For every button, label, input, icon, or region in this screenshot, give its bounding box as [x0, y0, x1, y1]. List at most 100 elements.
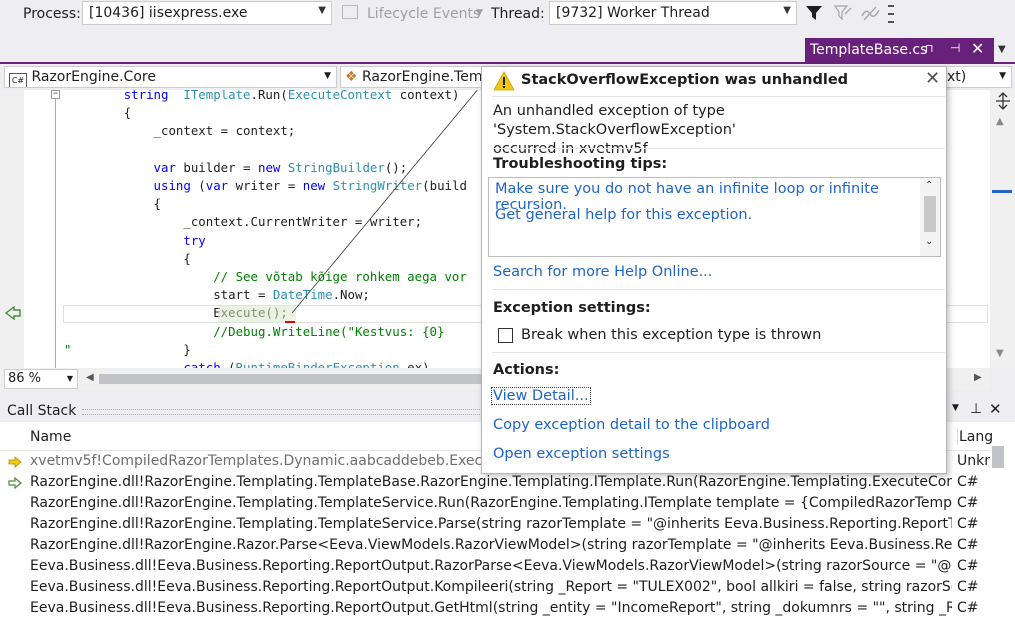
- lifecycle-events-icon: [342, 5, 358, 19]
- class-icon: ❖: [345, 69, 358, 85]
- tips-heading: Troubleshooting tips:: [493, 156, 668, 172]
- call-stack-row[interactable]: RazorEngine.dll!RazorEngine.Templating.T…: [0, 493, 990, 514]
- exception-message: An unhandled exception of type 'System.S…: [493, 102, 946, 159]
- call-stack-row[interactable]: Eeva.Business.dll!Eeva.Business.Reportin…: [0, 556, 990, 577]
- scroll-down-icon[interactable]: ⌄: [925, 236, 933, 247]
- call-stack-scroll-thumb[interactable]: [992, 446, 1004, 468]
- tip-link-general-help[interactable]: Get general help for this exception.: [495, 207, 752, 223]
- close-icon[interactable]: ✕: [925, 68, 940, 89]
- frame-language: C#: [957, 474, 979, 490]
- tab-templatebase-cs[interactable]: TemplateBase.cs ⊓ ⊣ ✕: [805, 38, 994, 62]
- pin-icon[interactable]: ⊥: [970, 401, 982, 417]
- editor-vertical-scrollbar[interactable]: ▲ ▼: [990, 90, 1015, 368]
- pin-icon[interactable]: ⊓: [925, 42, 934, 55]
- thread-label: Thread:: [491, 6, 545, 22]
- process-combo[interactable]: [10436] iisexpress.exe ▼: [82, 1, 332, 25]
- divider: [492, 289, 945, 290]
- type-name: RazorEngine.Tem: [362, 69, 482, 85]
- frame-language: C#: [957, 558, 979, 574]
- split-editor-icon[interactable]: [994, 92, 1012, 110]
- chevron-down-icon[interactable]: ▼: [998, 44, 1006, 55]
- tab-title: TemplateBase.cs: [810, 42, 928, 58]
- toolbar-overflow-icon[interactable]: [886, 2, 896, 26]
- call-stack-row[interactable]: Eeva.Business.dll!Eeva.Business.Reportin…: [0, 577, 990, 598]
- debug-location-toolbar: Process: [10436] iisexpress.exe ▼ Lifecy…: [0, 0, 1015, 28]
- thread-value: [9732] Worker Thread: [556, 5, 710, 21]
- frame-name: RazorEngine.dll!RazorEngine.Templating.T…: [30, 516, 952, 532]
- frame-name: Eeva.Business.dll!Eeva.Business.Reportin…: [30, 579, 952, 595]
- settings-heading: Exception settings:: [493, 300, 651, 316]
- preview-toggle-icon[interactable]: ⊣: [950, 41, 960, 55]
- break-when-thrown-checkbox[interactable]: [498, 328, 513, 343]
- exception-title: StackOverflowException was unhandled: [521, 72, 849, 88]
- scroll-up-icon[interactable]: ▲: [996, 116, 1004, 127]
- horizontal-scroll-thumb[interactable]: [99, 374, 484, 384]
- frame-name: RazorEngine.dll!RazorEngine.Razor.Parse<…: [30, 537, 952, 553]
- project-name: RazorEngine.Core: [31, 69, 156, 85]
- call-stack-row[interactable]: RazorEngine.dll!RazorEngine.Templating.T…: [0, 514, 990, 535]
- copy-exception-detail-link[interactable]: Copy exception detail to the clipboard: [493, 417, 770, 433]
- tips-scrollbar[interactable]: ⌃ ⌄: [920, 178, 940, 256]
- thread-combo[interactable]: [9732] Worker Thread ▼: [549, 1, 797, 25]
- process-value: [10436] iisexpress.exe: [89, 5, 248, 21]
- divider: [492, 96, 945, 97]
- frame-language: C#: [957, 516, 979, 532]
- message-line: An unhandled exception of type 'System.S…: [493, 103, 736, 138]
- scroll-right-icon[interactable]: ▶: [974, 372, 982, 383]
- chevron-down-icon: ▼: [318, 5, 326, 16]
- frame-name: Eeva.Business.dll!Eeva.Business.Reportin…: [30, 600, 952, 616]
- frame-language: C#: [957, 495, 979, 511]
- search-help-online-link[interactable]: Search for more Help Online...: [493, 264, 712, 280]
- call-stack-title: Call Stack: [7, 403, 77, 419]
- frame-language: C#: [957, 537, 979, 553]
- chevron-down-icon: ▼: [476, 8, 483, 18]
- call-stack-row[interactable]: Eeva.Business.dll!Eeva.Business.Reportin…: [0, 598, 990, 619]
- call-stack-rows: xvetmv5f!CompiledRazorTemplates.Dynamic.…: [0, 451, 990, 619]
- zoom-value: 86 %: [8, 371, 42, 386]
- flag-threads-icon[interactable]: [833, 4, 853, 22]
- frame-language: C#: [957, 579, 979, 595]
- call-stack-row[interactable]: RazorEngine.dll!RazorEngine.Razor.Parse<…: [0, 535, 990, 556]
- project-combo[interactable]: C# RazorEngine.Core ▼: [4, 66, 337, 88]
- scroll-down-icon[interactable]: ▼: [996, 348, 1004, 359]
- tips-scroll-thumb[interactable]: [924, 196, 936, 232]
- caller-frame-arrow-icon: [8, 477, 22, 489]
- frame-name: RazorEngine.dll!RazorEngine.Templating.T…: [30, 495, 952, 511]
- break-when-thrown-label: Break when this exception type is thrown: [521, 327, 822, 343]
- current-frame-arrow-icon: [8, 456, 22, 468]
- chevron-down-icon: ▼: [999, 71, 1006, 81]
- warning-icon: [493, 71, 515, 91]
- frame-language: Unkn: [957, 453, 990, 469]
- member-name: xt): [947, 69, 967, 85]
- view-detail-link[interactable]: View Detail...: [491, 387, 591, 405]
- chevron-down-icon: ▼: [783, 5, 791, 16]
- title-grip: [82, 409, 482, 415]
- actions-heading: Actions:: [493, 362, 560, 378]
- scroll-up-icon[interactable]: ⌃: [925, 180, 933, 191]
- filter-icon[interactable]: [805, 4, 823, 22]
- call-stack-row[interactable]: RazorEngine.dll!RazorEngine.Templating.T…: [0, 472, 990, 493]
- type-combo[interactable]: ❖ RazorEngine.Tem: [340, 66, 482, 88]
- close-icon[interactable]: ✕: [989, 400, 1002, 418]
- csharp-project-icon: C#: [9, 73, 27, 87]
- divider: [492, 352, 945, 353]
- document-tab-row: TemplateBase.cs ⊓ ⊣ ✕ ▼: [0, 38, 1015, 64]
- divider: [492, 148, 945, 149]
- frame-name: RazorEngine.dll!RazorEngine.Templating.T…: [30, 474, 952, 490]
- zoom-combo[interactable]: 86 % ▼: [4, 369, 78, 389]
- tips-list: Make sure you do not have an infinite lo…: [488, 177, 941, 257]
- close-icon[interactable]: ✕: [971, 39, 984, 58]
- exception-helper-popup: StackOverflowException was unhandled ✕ A…: [481, 66, 947, 474]
- process-label: Process:: [23, 6, 81, 22]
- scroll-position-marker: [992, 190, 1012, 193]
- frame-language: C#: [957, 600, 979, 616]
- member-combo[interactable]: xt) ▼: [946, 66, 1012, 88]
- column-header-name[interactable]: Name: [30, 429, 71, 445]
- chevron-down-icon: ▼: [324, 71, 331, 81]
- column-header-lang[interactable]: Lang: [957, 429, 993, 445]
- thread-markers-icon[interactable]: [861, 4, 881, 22]
- scroll-left-icon[interactable]: ◀: [86, 372, 94, 383]
- chevron-down-icon[interactable]: ▼: [952, 403, 959, 413]
- open-exception-settings-link[interactable]: Open exception settings: [493, 446, 670, 462]
- lifecycle-events-button[interactable]: Lifecycle Events: [367, 6, 480, 22]
